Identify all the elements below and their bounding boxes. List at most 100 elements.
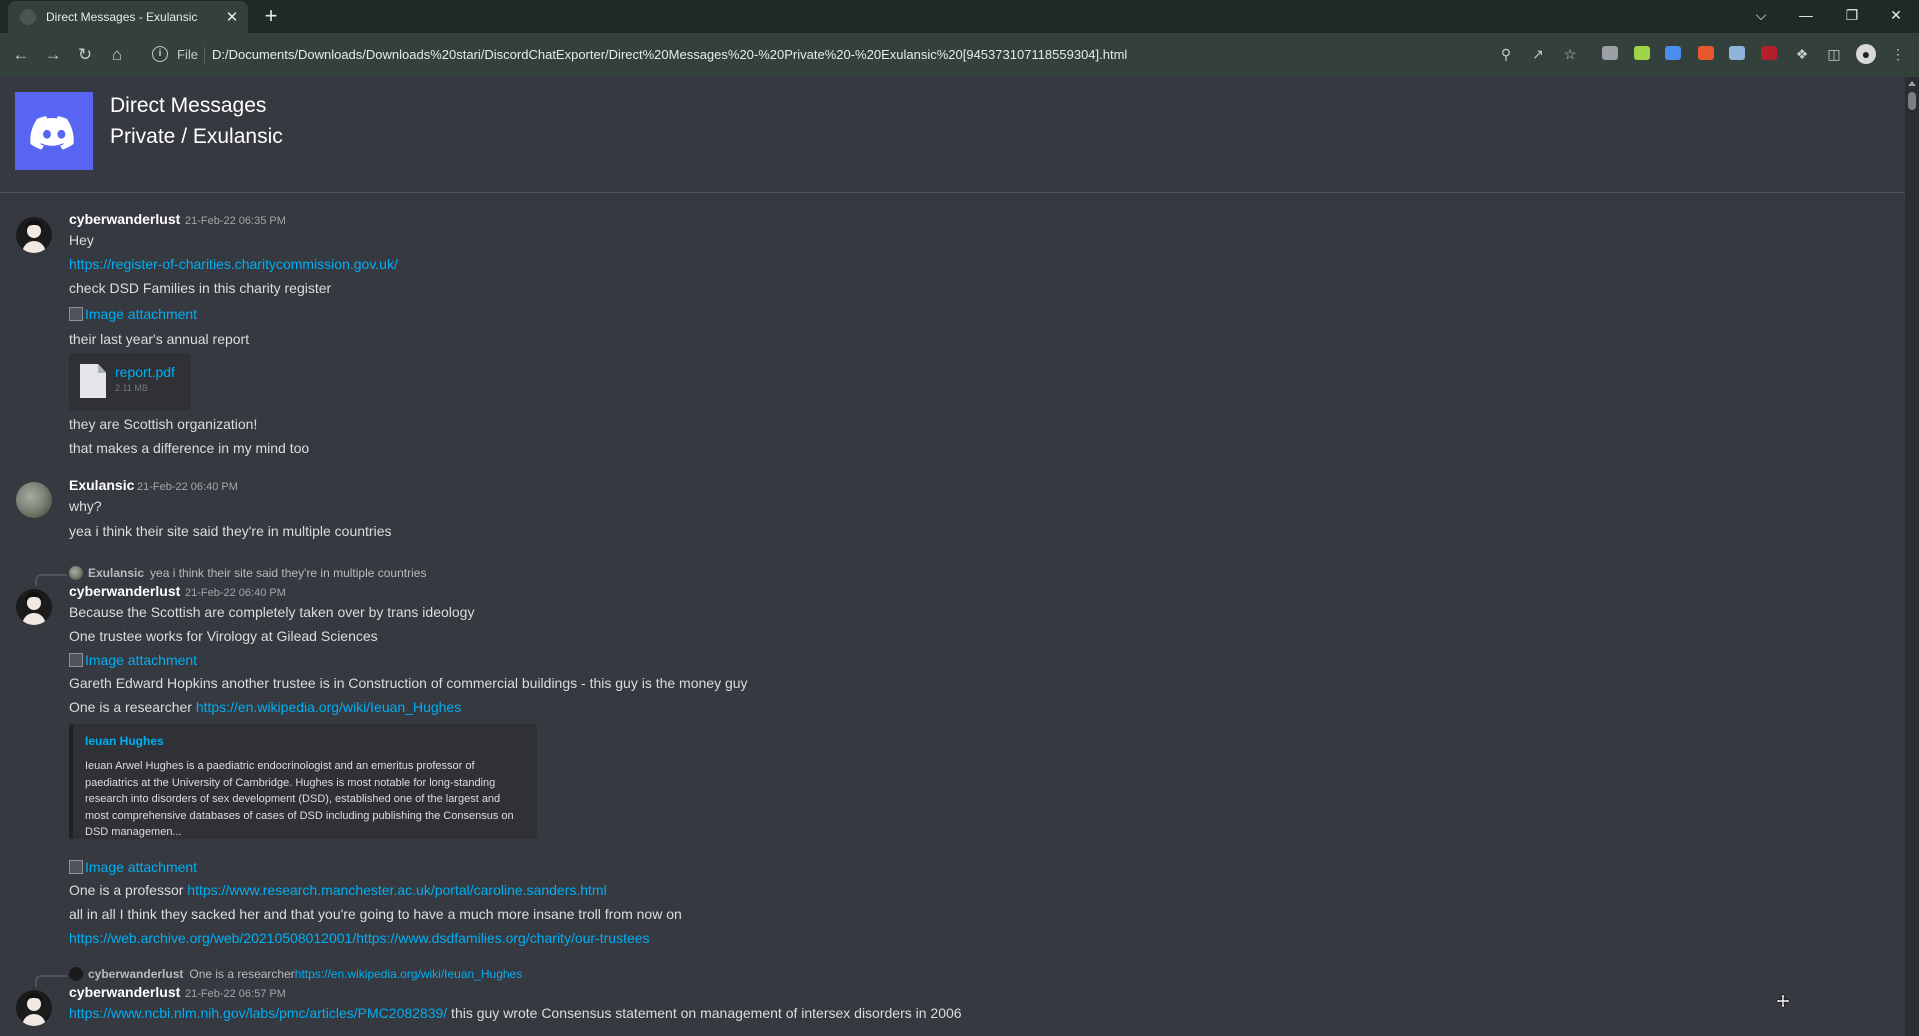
message-timestamp: 21-Feb-22 06:40 PM [185,587,286,599]
back-arrow-icon[interactable]: ← [8,42,34,68]
message-content: Gareth Edward Hopkins another trustee is… [69,675,748,691]
message-content: yea i think their site said they're in m… [69,523,392,539]
tab-title: Direct Messages - Exulansic [46,10,198,24]
browser-tab[interactable]: Direct Messages - Exulansic ✕ [8,1,248,33]
message-author[interactable]: cyberwanderlust [69,211,180,227]
message-content: why? [69,498,102,514]
address-url[interactable]: D:/Documents/Downloads/Downloads%20stari… [212,47,1127,62]
image-attachment-alt: Image attachment [85,306,198,322]
image-attachment[interactable]: Image attachment [69,652,197,668]
forward-arrow-icon[interactable]: → [40,42,66,68]
avatar[interactable] [16,217,52,253]
reply-text: One is a researcher [189,967,295,981]
browser-toolbar: ← → ↻ ⌂ i File D:/Documents/Downloads/Do… [0,33,1919,77]
minimize-button[interactable]: — [1783,0,1829,30]
camera-extension-icon[interactable] [1602,46,1618,60]
share-icon[interactable]: ↗ [1528,44,1548,64]
reply-author: Exulansic [88,566,145,580]
message-link[interactable]: https://web.archive.org/web/202105080120… [69,930,650,946]
avatar[interactable] [16,482,52,518]
message-content: Because the Scottish are completely take… [69,604,475,620]
restore-button[interactable]: ❐ [1829,0,1875,30]
message-content: One trustee works for Virology at Gilead… [69,628,378,644]
discord-favicon-icon [20,9,36,25]
extension-window-icon[interactable] [1729,46,1745,60]
reply-avatar [69,967,83,981]
broken-image-icon [69,860,83,874]
reply-reference[interactable]: cyberwanderlust One is a researcher http… [69,967,522,981]
reply-reference[interactable]: Exulansic yea i think their site said th… [69,566,426,580]
image-attachment-alt: Image attachment [85,859,198,875]
message-content: they are Scottish organization! [69,416,258,432]
extensions-puzzle-icon[interactable]: ❖ [1792,44,1812,64]
new-tab-button[interactable]: + [258,3,284,29]
tab-strip: Direct Messages - Exulansic ✕ + ⌵ — ❐ ✕ [0,0,1919,33]
message-author[interactable]: cyberwanderlust [69,984,180,1000]
message-text: One is a researcher [69,699,196,715]
reply-text: yea i think their site said they're in m… [150,566,427,580]
chat-export-page: Direct Messages Private / Exulansic cybe… [0,77,1905,1036]
message-author[interactable]: Exulansic [69,477,134,493]
embed-description: Ieuan Arwel Hughes is a paediatric endoc… [85,760,514,838]
message-author[interactable]: cyberwanderlust [69,583,180,599]
message-link[interactable]: https://www.ncbi.nlm.nih.gov/labs/pmc/ar… [69,1005,447,1021]
link-embed: Ieuan Hughes Ieuan Arwel Hughes is a pae… [69,724,537,839]
scroll-up-arrow-icon[interactable] [1908,81,1916,86]
channel-name: Private / Exulansic [110,125,283,148]
guild-name: Direct Messages [110,94,267,117]
message-text: One is a professor [69,882,188,898]
message-link[interactable]: https://en.wikipedia.org/wiki/Ieuan_Hugh… [196,699,461,715]
image-attachment[interactable]: Image attachment [69,306,197,322]
reply-author: cyberwanderlust [88,967,184,981]
image-attachment[interactable]: Image attachment [69,859,197,875]
file-name-link[interactable]: report.pdf [115,364,175,380]
close-window-button[interactable]: ✕ [1873,0,1919,30]
embed-title-link[interactable]: Ieuan Hughes [85,734,164,748]
file-document-icon [80,364,106,398]
message-content: their last year's annual report [69,331,250,347]
message-timestamp: 21-Feb-22 06:40 PM [137,481,238,493]
extension-green-icon[interactable] [1634,46,1650,60]
reply-connector [35,975,67,987]
tab-close-icon[interactable]: ✕ [222,8,242,26]
address-scheme: File [177,47,198,62]
reply-avatar [69,566,83,580]
message-link[interactable]: https://register-of-charities.charitycom… [69,256,398,272]
broken-image-icon [69,307,83,321]
reply-link[interactable]: https://en.wikipedia.org/wiki/Ieuan_Hugh… [295,967,522,981]
message-content: that makes a difference in my mind too [69,440,310,456]
reload-icon[interactable]: ↻ [72,42,98,68]
message-content: One is a professor https://www.research.… [69,882,607,898]
tab-search-button[interactable]: ⌵ [1738,0,1784,30]
message-content: https://www.ncbi.nlm.nih.gov/labs/pmc/ar… [69,1005,962,1021]
broken-image-icon [69,653,83,667]
message-content: all in all I think they sacked her and t… [69,906,682,922]
profile-avatar-icon[interactable]: ● [1856,44,1876,64]
zoom-icon[interactable]: ⚲ [1496,44,1516,64]
file-attachment[interactable]: report.pdf 2.11 MB [69,354,191,410]
file-size: 2.11 MB [115,383,148,393]
bookmark-star-icon[interactable]: ☆ [1560,44,1580,64]
side-panel-icon[interactable]: ◫ [1824,44,1844,64]
avatar[interactable] [16,589,52,625]
page-scrollbar[interactable] [1905,77,1919,1036]
translate-extension-icon[interactable] [1665,46,1681,60]
image-attachment-alt: Image attachment [85,652,198,668]
menu-kebab-icon[interactable]: ⋮ [1888,44,1908,64]
message-timestamp: 21-Feb-22 06:57 PM [185,988,286,1000]
discord-logo-icon [15,92,93,170]
message-text: this guy wrote Consensus statement on ma… [447,1005,962,1021]
home-icon[interactable]: ⌂ [104,42,130,68]
message-timestamp: 21-Feb-22 06:35 PM [185,215,286,227]
address-bar[interactable]: i File D:/Documents/Downloads/Downloads%… [144,39,1390,71]
message-content: check DSD Families in this charity regis… [69,280,332,296]
scroll-thumb[interactable] [1908,92,1916,110]
extension-orange-icon[interactable] [1698,46,1714,60]
message-link[interactable]: https://www.research.manchester.ac.uk/po… [187,882,606,898]
guild-header: Direct Messages Private / Exulansic [0,77,1905,193]
avatar[interactable] [16,990,52,1026]
site-info-icon[interactable]: i [152,46,168,62]
address-separator [204,47,205,63]
reply-connector [35,574,67,586]
extension-red-icon[interactable] [1761,46,1777,60]
